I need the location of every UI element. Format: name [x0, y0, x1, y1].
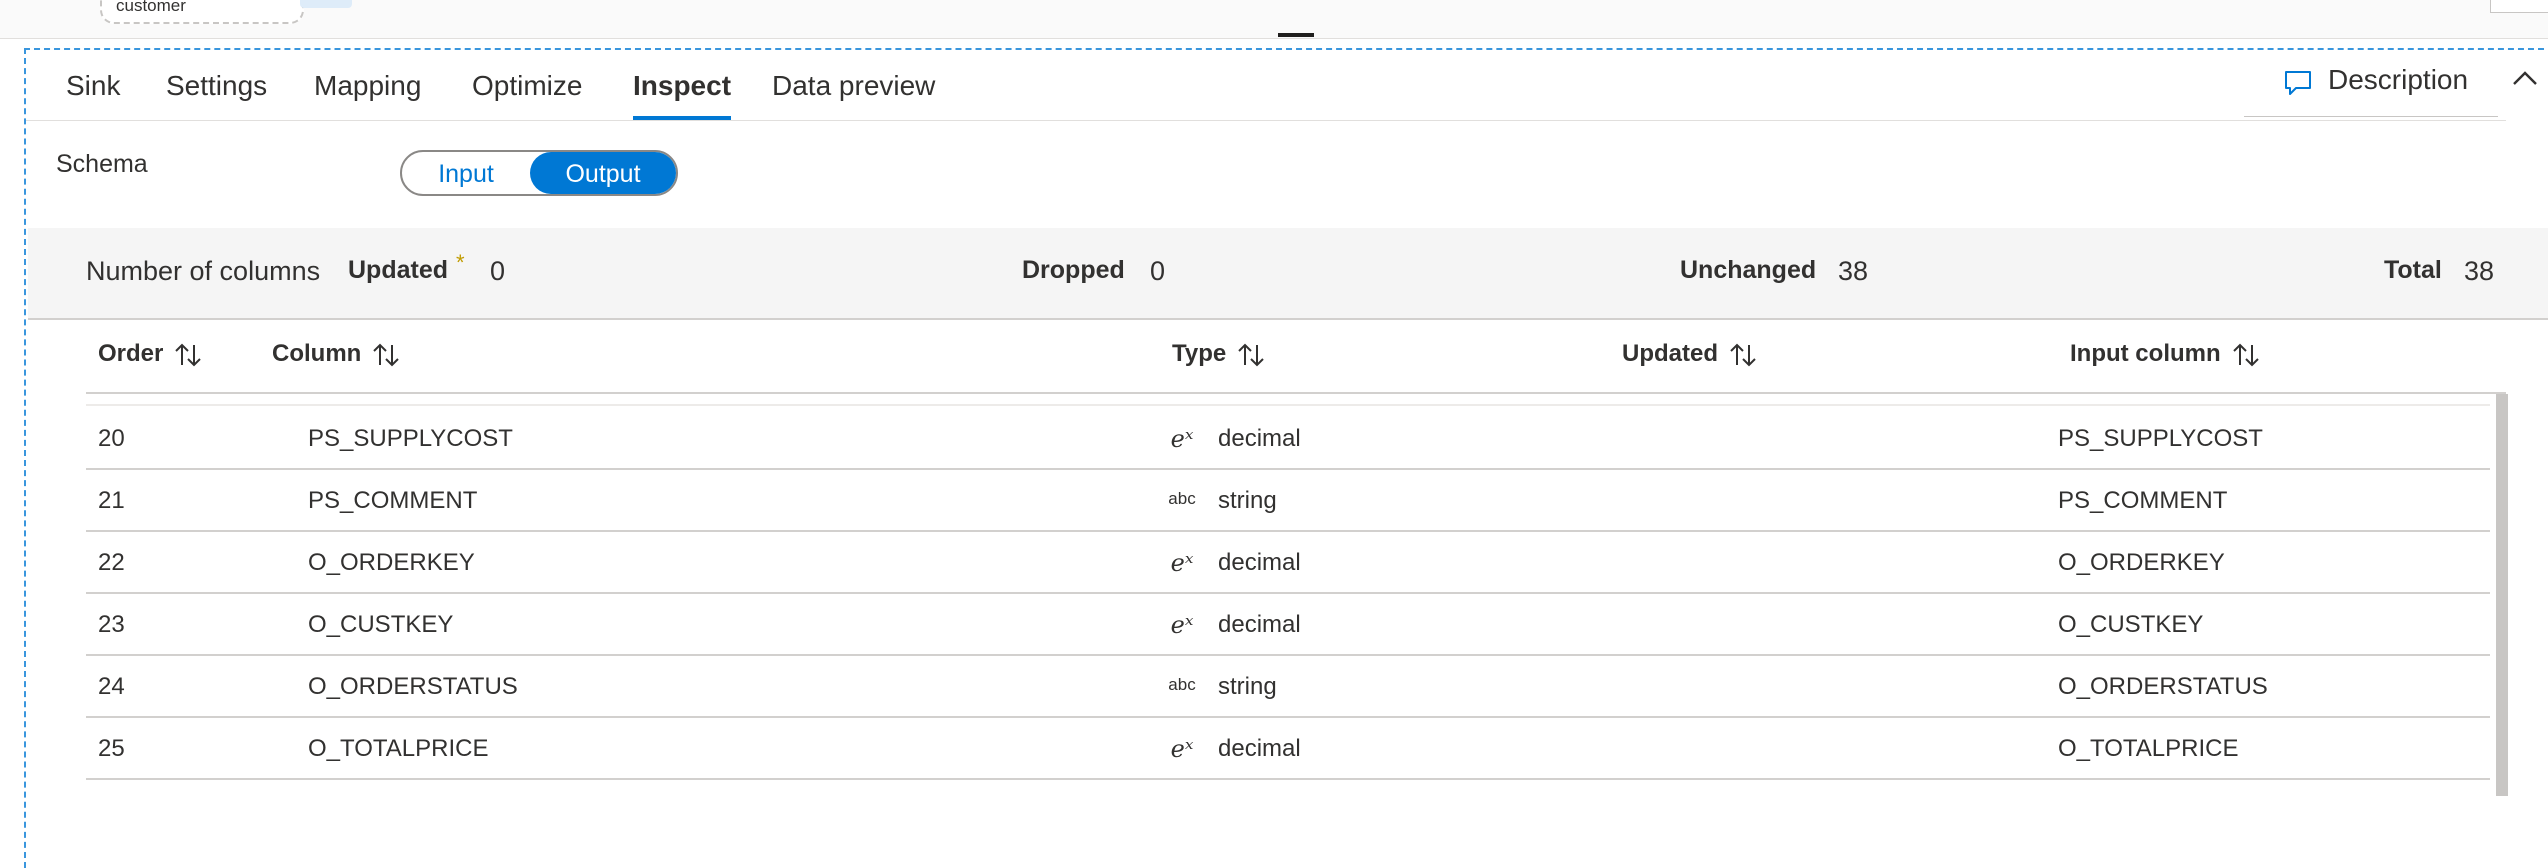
row-input-column: PS_SUPPLYCOST — [2058, 425, 2263, 452]
table-row[interactable]: 22 O_ORDERKEY eˣ decimal O_ORDERKEY — [86, 532, 2490, 594]
tab-optimize[interactable]: Optimize — [472, 50, 582, 120]
total-count: 38 — [2464, 256, 2495, 286]
column-header-column[interactable]: Column — [272, 340, 401, 380]
unchanged-label: Unchanged — [1680, 256, 1817, 284]
header-divider — [86, 392, 2506, 394]
header-label: Order — [98, 340, 164, 367]
row-type: string — [1218, 487, 1277, 514]
sort-arrows-icon — [175, 343, 202, 367]
column-count-summary: Number of columns Updated * 0 Dropped 0 … — [28, 228, 2548, 320]
sort-arrows-icon — [373, 343, 400, 367]
header-label: Column — [272, 340, 362, 367]
dropped-count: 0 — [1150, 256, 1166, 286]
dropped-label: Dropped — [1022, 256, 1125, 284]
tab-data-preview[interactable]: Data preview — [772, 50, 935, 120]
updated-marker: * — [456, 250, 465, 275]
row-type: string — [1218, 673, 1277, 700]
decimal-icon: eˣ — [1170, 549, 1194, 577]
row-input-column: O_CUSTKEY — [2058, 611, 2204, 638]
table-row[interactable]: 23 O_CUSTKEY eˣ decimal O_CUSTKEY — [86, 594, 2490, 656]
column-header-type[interactable]: Type — [1172, 340, 1266, 380]
row-column-name: PS_SUPPLYCOST — [308, 425, 513, 452]
description-button[interactable]: Description — [2244, 50, 2498, 117]
column-header-order[interactable]: Order — [98, 340, 203, 380]
schema-toggle[interactable]: Input Output — [400, 150, 678, 196]
tab-mapping[interactable]: Mapping — [314, 50, 421, 120]
total-label: Total — [2384, 256, 2442, 284]
row-order: 20 — [98, 425, 125, 452]
row-column-name: PS_COMMENT — [308, 487, 478, 514]
table-row[interactable]: 20 PS_SUPPLYCOST eˣ decimal PS_SUPPLYCOS… — [86, 408, 2490, 470]
row-column-name: O_ORDERSTATUS — [308, 673, 518, 700]
summary-title: Number of columns — [86, 256, 321, 286]
decimal-icon: eˣ — [1170, 611, 1194, 639]
decimal-icon: eˣ — [1170, 425, 1194, 453]
scrolled-row-edge — [86, 404, 2490, 406]
updated-count: 0 — [490, 256, 506, 286]
row-order: 24 — [98, 673, 125, 700]
tab-inspect[interactable]: Inspect — [633, 50, 732, 120]
row-order: 22 — [98, 549, 125, 576]
comment-icon — [2285, 71, 2311, 95]
table-row[interactable]: 25 O_TOTALPRICE eˣ decimal O_TOTALPRICE — [86, 718, 2490, 780]
sort-arrows-icon — [1238, 343, 1264, 367]
dataflow-canvas[interactable]: customer — [0, 0, 2548, 39]
chevron-up-icon[interactable] — [2508, 62, 2542, 96]
row-input-column: PS_COMMENT — [2058, 487, 2228, 514]
toggle-output-option[interactable]: Output — [530, 152, 676, 194]
row-input-column: O_ORDERSTATUS — [2058, 673, 2268, 700]
row-input-column: O_ORDERKEY — [2058, 549, 2225, 576]
canvas-node-customer[interactable]: customer — [100, 0, 304, 24]
table-row[interactable]: 21 PS_COMMENT abc string PS_COMMENT — [86, 470, 2490, 532]
row-column-name: O_ORDERKEY — [308, 549, 475, 576]
decimal-icon: eˣ — [1170, 735, 1194, 763]
properties-tab-bar: Sink Settings Mapping Optimize Inspect D… — [26, 50, 2506, 121]
sort-arrows-icon — [2232, 343, 2259, 367]
toggle-input-option[interactable]: Input — [402, 152, 530, 194]
header-label: Type — [1172, 340, 1227, 367]
schema-label: Schema — [56, 150, 148, 178]
row-order: 23 — [98, 611, 125, 638]
column-header-updated[interactable]: Updated — [1622, 340, 1758, 380]
row-order: 21 — [98, 487, 125, 514]
row-type: decimal — [1218, 611, 1301, 638]
table-row[interactable]: 24 O_ORDERSTATUS abc string O_ORDERSTATU… — [86, 656, 2490, 718]
updated-label: Updated — [348, 256, 448, 284]
column-header-input-column[interactable]: Input column — [2070, 340, 2261, 380]
string-icon: abc — [1168, 489, 1196, 508]
sort-arrows-icon — [1730, 343, 1756, 367]
row-type: decimal — [1218, 549, 1301, 576]
header-label: Input column — [2070, 340, 2221, 367]
unchanged-count: 38 — [1838, 256, 1869, 286]
canvas-minimap-corner — [2490, 0, 2548, 13]
tab-settings[interactable]: Settings — [166, 50, 267, 120]
row-type: decimal — [1218, 735, 1301, 762]
canvas-node-connector — [300, 0, 352, 8]
canvas-node-label: customer — [116, 0, 186, 15]
string-icon: abc — [1168, 675, 1196, 694]
row-order: 25 — [98, 735, 125, 762]
tab-sink[interactable]: Sink — [66, 50, 120, 120]
table-scrollbar[interactable] — [2496, 394, 2508, 796]
row-input-column: O_TOTALPRICE — [2058, 735, 2239, 762]
header-label: Updated — [1622, 340, 1718, 367]
row-column-name: O_TOTALPRICE — [308, 735, 489, 762]
description-label: Description — [2328, 64, 2469, 95]
row-column-name: O_CUSTKEY — [308, 611, 454, 638]
row-type: decimal — [1218, 425, 1301, 452]
panel-resize-handle[interactable] — [1278, 33, 1314, 37]
